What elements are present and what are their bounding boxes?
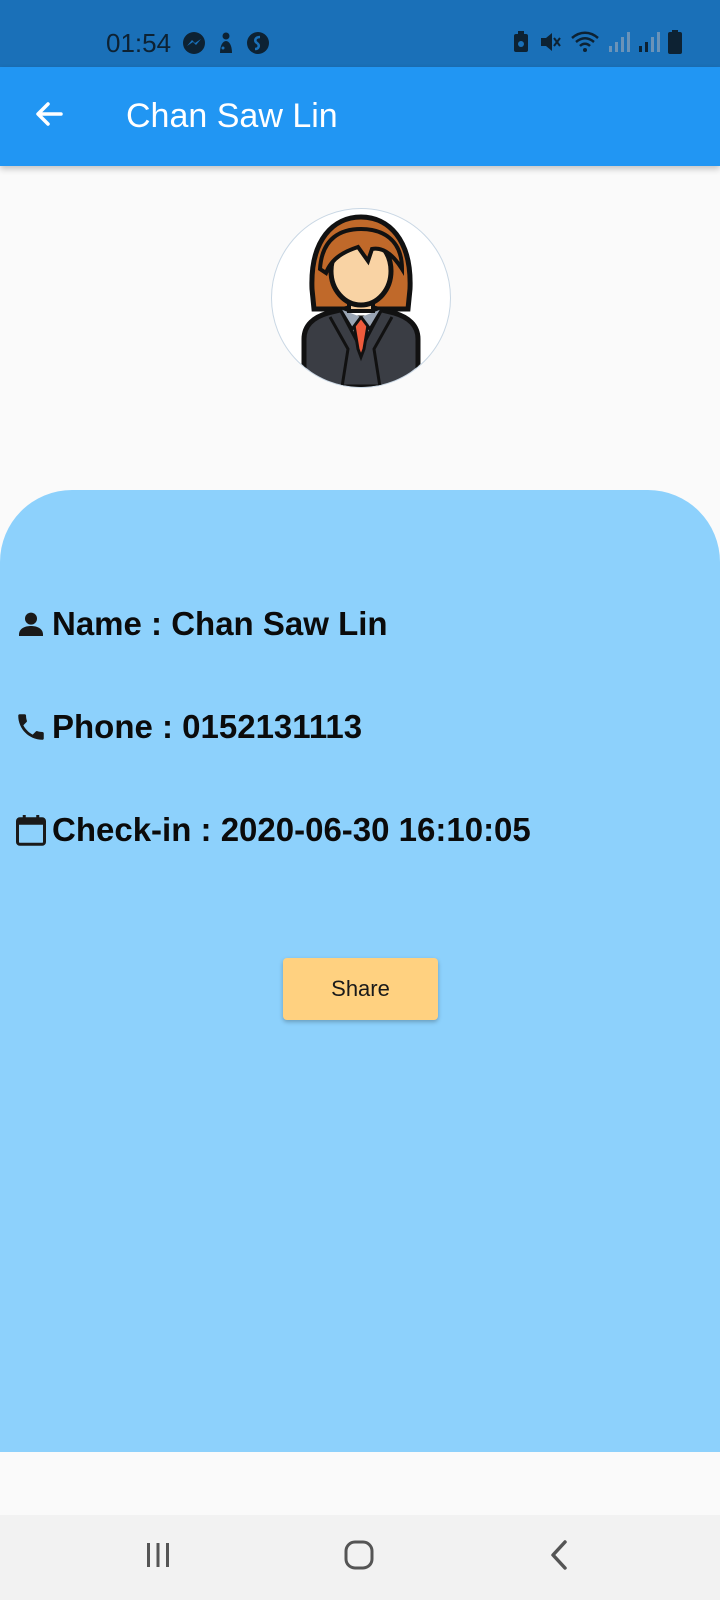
recent-apps-button[interactable] bbox=[133, 1535, 183, 1579]
share-button[interactable]: Share bbox=[283, 958, 438, 1020]
status-time: 01:54 bbox=[106, 28, 172, 58]
page-title: Chan Saw Lin bbox=[126, 97, 338, 135]
battery-saver-icon bbox=[512, 31, 530, 58]
status-left-icons bbox=[182, 31, 270, 60]
app-bar: Chan Saw Lin bbox=[0, 67, 720, 166]
messenger-icon bbox=[182, 31, 206, 60]
recent-apps-icon bbox=[143, 1540, 173, 1575]
back-icon bbox=[545, 1539, 575, 1576]
checkin-text: Check-in : 2020-06-30 16:10:05 bbox=[52, 811, 531, 848]
avatar bbox=[271, 208, 451, 388]
arrow-back-icon bbox=[33, 98, 65, 135]
battery-icon bbox=[668, 30, 682, 59]
status-bar: 01:54 bbox=[0, 0, 720, 67]
name-text: Name : Chan Saw Lin bbox=[52, 605, 388, 642]
signal-icon bbox=[638, 31, 660, 58]
home-button[interactable] bbox=[334, 1535, 384, 1579]
status-right-icons bbox=[512, 30, 682, 59]
wifi-icon bbox=[570, 31, 600, 58]
nav-back-button[interactable] bbox=[535, 1535, 585, 1579]
phone-row: Phone : 0152131113 bbox=[12, 708, 362, 746]
name-row: Name : Chan Saw Lin bbox=[12, 605, 388, 643]
phone-text: Phone : 0152131113 bbox=[52, 708, 363, 745]
app-notification-icon bbox=[214, 31, 238, 60]
home-icon bbox=[343, 1539, 375, 1576]
mute-icon bbox=[538, 31, 562, 58]
shazam-icon bbox=[246, 31, 270, 60]
system-nav-bar bbox=[0, 1515, 720, 1600]
back-button[interactable] bbox=[24, 91, 74, 141]
person-icon bbox=[12, 605, 50, 643]
calendar-icon bbox=[12, 811, 50, 849]
phone-icon bbox=[12, 708, 50, 746]
checkin-row: Check-in : 2020-06-30 16:10:05 bbox=[12, 811, 531, 849]
businessperson-avatar-icon bbox=[272, 214, 450, 387]
signal-icon bbox=[608, 31, 630, 58]
